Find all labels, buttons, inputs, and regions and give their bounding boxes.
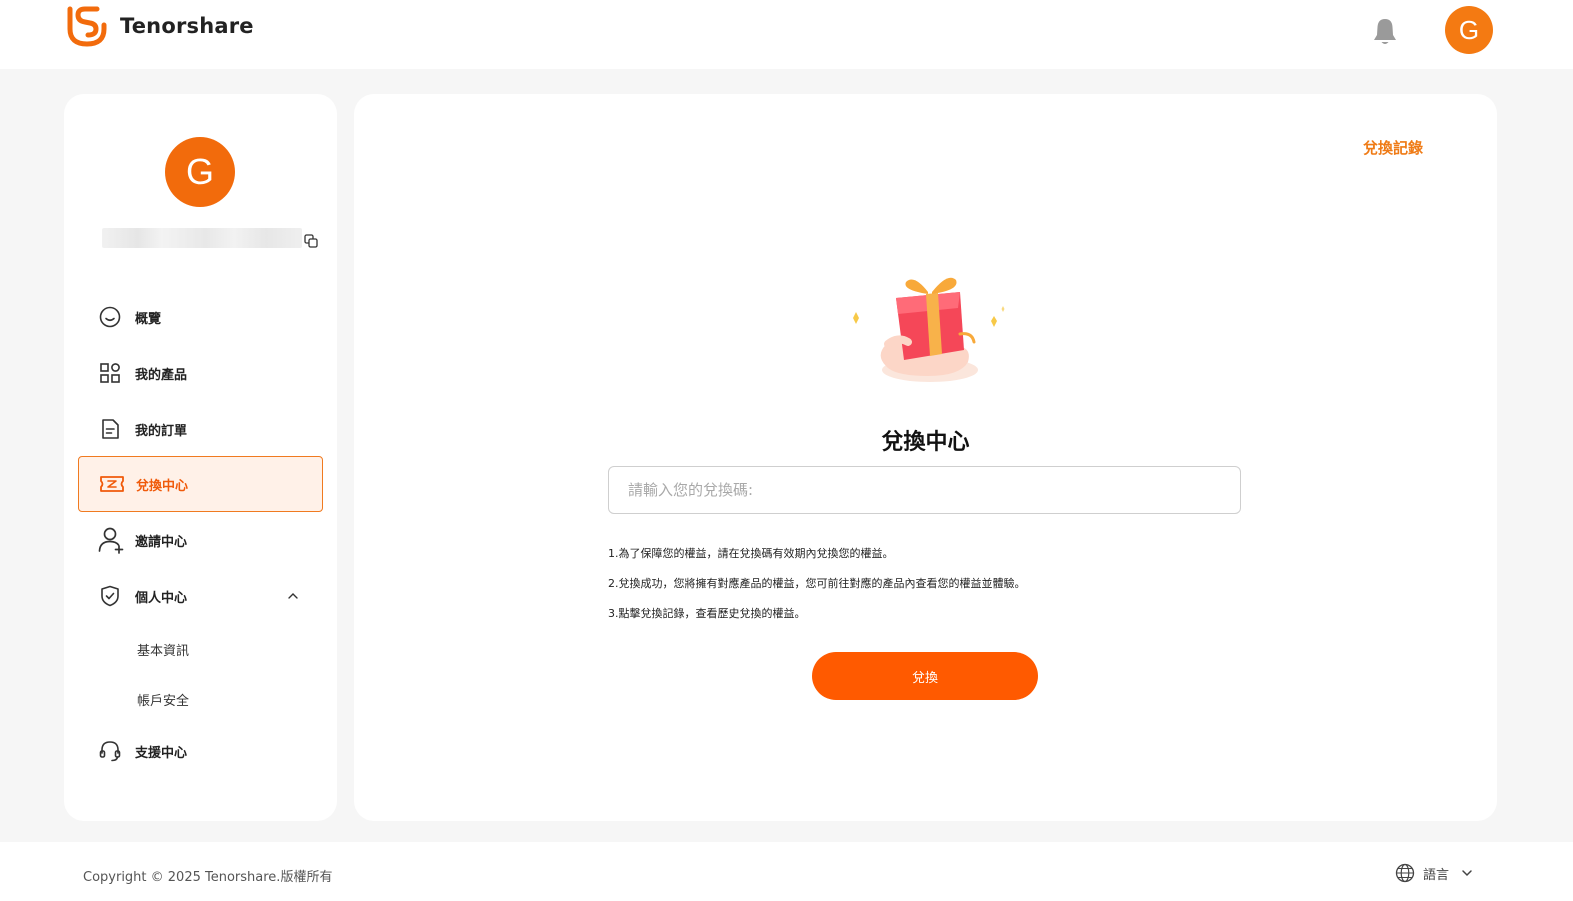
- footer: Copyright © 2025 Tenorshare.版權所有 語言: [0, 842, 1573, 901]
- sidebar-item-label: 支援中心: [135, 745, 188, 761]
- tenorshare-logo-icon: [67, 6, 107, 47]
- language-label: 語言: [1423, 867, 1450, 883]
- notification-bell-icon[interactable]: [1370, 16, 1400, 48]
- sidebar-item-personal-center[interactable]: 個人中心: [78, 568, 323, 624]
- redeem-history-link[interactable]: 兌換記錄: [1363, 137, 1423, 158]
- redeem-note-1: 1.為了保障您的權益，請在兌換碼有效期內兌換您的權益。: [608, 547, 894, 560]
- sidebar-item-my-orders[interactable]: 我的訂單: [78, 401, 323, 457]
- sidebar-subitem-basic-info[interactable]: 基本資訊: [137, 640, 189, 659]
- user-add-icon: [98, 527, 124, 554]
- sidebar-subitem-account-security[interactable]: 帳戶安全: [137, 690, 189, 709]
- shield-check-icon: [101, 585, 119, 607]
- ticket-icon: [100, 476, 124, 492]
- sidebar-item-invite-center[interactable]: 邀請中心: [78, 512, 323, 568]
- brand-logo[interactable]: Tenorshare: [67, 5, 254, 47]
- redeem-button[interactable]: 兌換: [812, 652, 1038, 700]
- smile-circle-icon: [99, 306, 121, 328]
- chevron-up-icon[interactable]: [287, 592, 299, 600]
- redacted-email: [102, 228, 302, 248]
- sidebar: G 概覽 我的產品 我的訂單 兌換中心 邀請中心 個人中心 基本資訊 帳戶安全 …: [64, 94, 337, 821]
- sidebar-item-label: 個人中心: [135, 590, 188, 606]
- profile-avatar: G: [165, 137, 235, 207]
- grid-apps-icon: [100, 363, 120, 383]
- redeem-note-3: 3.點擊兌換記錄，查看歷史兌換的權益。: [608, 607, 806, 620]
- sidebar-item-label: 邀請中心: [135, 534, 188, 550]
- sidebar-item-label: 我的訂單: [135, 423, 188, 439]
- copyright-text: Copyright © 2025 Tenorshare.版權所有: [83, 870, 333, 885]
- copy-icon[interactable]: [304, 234, 318, 248]
- sidebar-item-label: 我的產品: [135, 367, 188, 383]
- document-icon: [102, 419, 119, 439]
- sidebar-item-my-products[interactable]: 我的產品: [78, 345, 323, 401]
- top-bar: Tenorshare G: [0, 0, 1573, 69]
- globe-icon: [1395, 863, 1415, 883]
- gift-box-illustration: [853, 277, 1005, 382]
- chevron-down-icon: [1462, 870, 1472, 877]
- sidebar-item-support-center[interactable]: 支援中心: [78, 723, 323, 779]
- headset-icon: [99, 741, 121, 762]
- redeem-code-input[interactable]: [608, 466, 1241, 514]
- page-title: 兌換中心: [881, 430, 970, 455]
- sidebar-item-label: 概覽: [135, 311, 162, 327]
- redeem-note-2: 2.兌換成功，您將擁有對應產品的權益，您可前往對應的產品內查看您的權益並體驗。: [608, 577, 1026, 590]
- sidebar-item-label: 兌換中心: [136, 478, 189, 494]
- language-selector[interactable]: 語言: [1395, 863, 1473, 883]
- brand-name: Tenorshare: [120, 14, 254, 38]
- user-avatar[interactable]: G: [1445, 6, 1493, 54]
- sidebar-item-overview[interactable]: 概覽: [78, 289, 323, 345]
- redeem-panel: 兌換記錄 兌換中心 1.為了保障您的權益，請在兌換碼有效期內兌換您的權益。 2.…: [354, 94, 1497, 821]
- sidebar-item-redeem-center[interactable]: 兌換中心: [78, 456, 323, 512]
